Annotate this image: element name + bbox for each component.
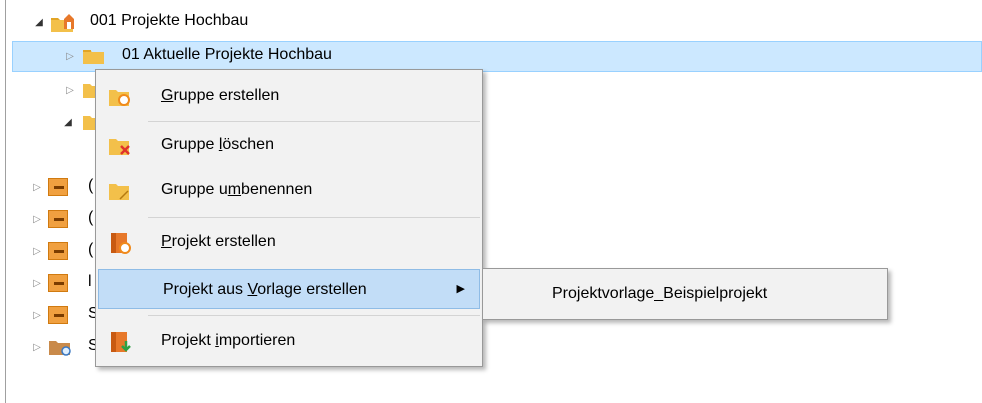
menu-label-gruppe-erstellen: Gruppe erstellen	[161, 87, 280, 104]
menu-label-projekt-aus-vorlage: Projekt aus Vorlage erstellen	[163, 281, 367, 298]
collapsed-arrow-icon[interactable]: ▷	[64, 84, 76, 96]
create-project-icon	[108, 231, 132, 255]
project-box-icon	[48, 178, 68, 196]
expanded-arrow-icon[interactable]: ◢	[62, 116, 74, 128]
collapsed-arrow-icon[interactable]: ▷	[31, 181, 43, 193]
collapsed-arrow-icon[interactable]: ▷	[31, 245, 43, 257]
collapsed-arrow-icon[interactable]: ▷	[31, 309, 43, 321]
collapsed-arrow-icon[interactable]: ▷	[31, 341, 43, 353]
tree-node-partial-7[interactable]: ▷ S	[0, 301, 100, 329]
menu-label-projekt-erstellen: Projekt erstellen	[161, 233, 276, 250]
tree-node-partial-4-label[interactable]: (	[88, 209, 93, 227]
menu-item-gruppe-umbenennen[interactable]: Gruppe umbenennen	[98, 170, 480, 210]
project-box-icon	[48, 210, 68, 228]
menu-item-projekt-erstellen[interactable]: Projekt erstellen	[98, 222, 480, 262]
menu-item-projekt-aus-vorlage[interactable]: Projekt aus Vorlage erstellen ▶	[98, 269, 480, 309]
submenu-item-projektvorlage[interactable]: Projektvorlage_Beispielprojekt	[485, 273, 885, 313]
menu-label-projekt-importieren: Projekt importieren	[161, 332, 296, 349]
add-group-icon	[108, 85, 132, 109]
project-box-icon	[48, 306, 68, 324]
tree-node-root-label[interactable]: 001 Projekte Hochbau	[90, 12, 248, 30]
expanded-arrow-icon[interactable]: ◢	[33, 16, 45, 28]
tree-node-partial-1[interactable]: ▷	[0, 76, 104, 104]
vorlage-submenu[interactable]: Projektvorlage_Beispielprojekt	[482, 268, 888, 320]
collapsed-arrow-icon[interactable]: ▷	[31, 213, 43, 225]
tree-node-partial-5[interactable]: ▷ (	[0, 237, 100, 265]
delete-group-icon	[108, 134, 132, 158]
collapsed-arrow-icon[interactable]: ▷	[31, 277, 43, 289]
context-menu[interactable]: Gruppe erstellen Gruppe löschen Gruppe u…	[95, 69, 483, 367]
submenu-label-projektvorlage: Projektvorlage_Beispielprojekt	[552, 285, 768, 302]
tree-node-partial-4[interactable]: ▷ (	[0, 205, 100, 233]
tree-node-partial-3[interactable]: ▷ (	[0, 173, 100, 201]
folder-icon	[82, 46, 104, 66]
tree-node-aktuelle-projekte[interactable]: ▷ 01 Aktuelle Projekte Hochbau	[0, 42, 982, 70]
project-box-icon	[48, 242, 68, 260]
menu-item-gruppe-erstellen[interactable]: Gruppe erstellen	[98, 76, 480, 116]
collapsed-arrow-icon[interactable]: ▷	[64, 50, 76, 62]
submenu-arrow-icon: ▶	[456, 283, 465, 295]
tree-node-partial-3-label[interactable]: (	[88, 177, 93, 195]
project-box-icon	[48, 274, 68, 292]
menu-label-gruppe-umbenennen: Gruppe umbenennen	[161, 181, 313, 198]
tree-node-partial-5-label[interactable]: (	[88, 241, 93, 259]
tree-node-partial-6[interactable]: ▷ l	[0, 269, 100, 297]
rename-group-icon	[108, 179, 132, 203]
project-folder-icon	[50, 13, 74, 33]
menu-item-gruppe-loeschen[interactable]: Gruppe löschen	[98, 125, 480, 165]
tree-node-partial-8[interactable]: ▷ S	[0, 333, 100, 361]
tree-node-partial-6-label[interactable]: l	[88, 273, 92, 291]
import-project-icon	[108, 330, 132, 354]
menu-separator	[148, 217, 480, 218]
menu-separator	[148, 121, 480, 122]
tree-node-partial-2[interactable]: ◢	[0, 108, 104, 136]
menu-separator	[148, 315, 480, 316]
search-folder-icon	[48, 337, 71, 357]
tree-node-aktuelle-projekte-label[interactable]: 01 Aktuelle Projekte Hochbau	[122, 46, 332, 64]
menu-label-gruppe-loeschen: Gruppe löschen	[161, 136, 274, 153]
menu-item-projekt-importieren[interactable]: Projekt importieren	[98, 321, 480, 361]
tree-node-root[interactable]: ◢ 001 Projekte Hochbau	[0, 8, 982, 36]
